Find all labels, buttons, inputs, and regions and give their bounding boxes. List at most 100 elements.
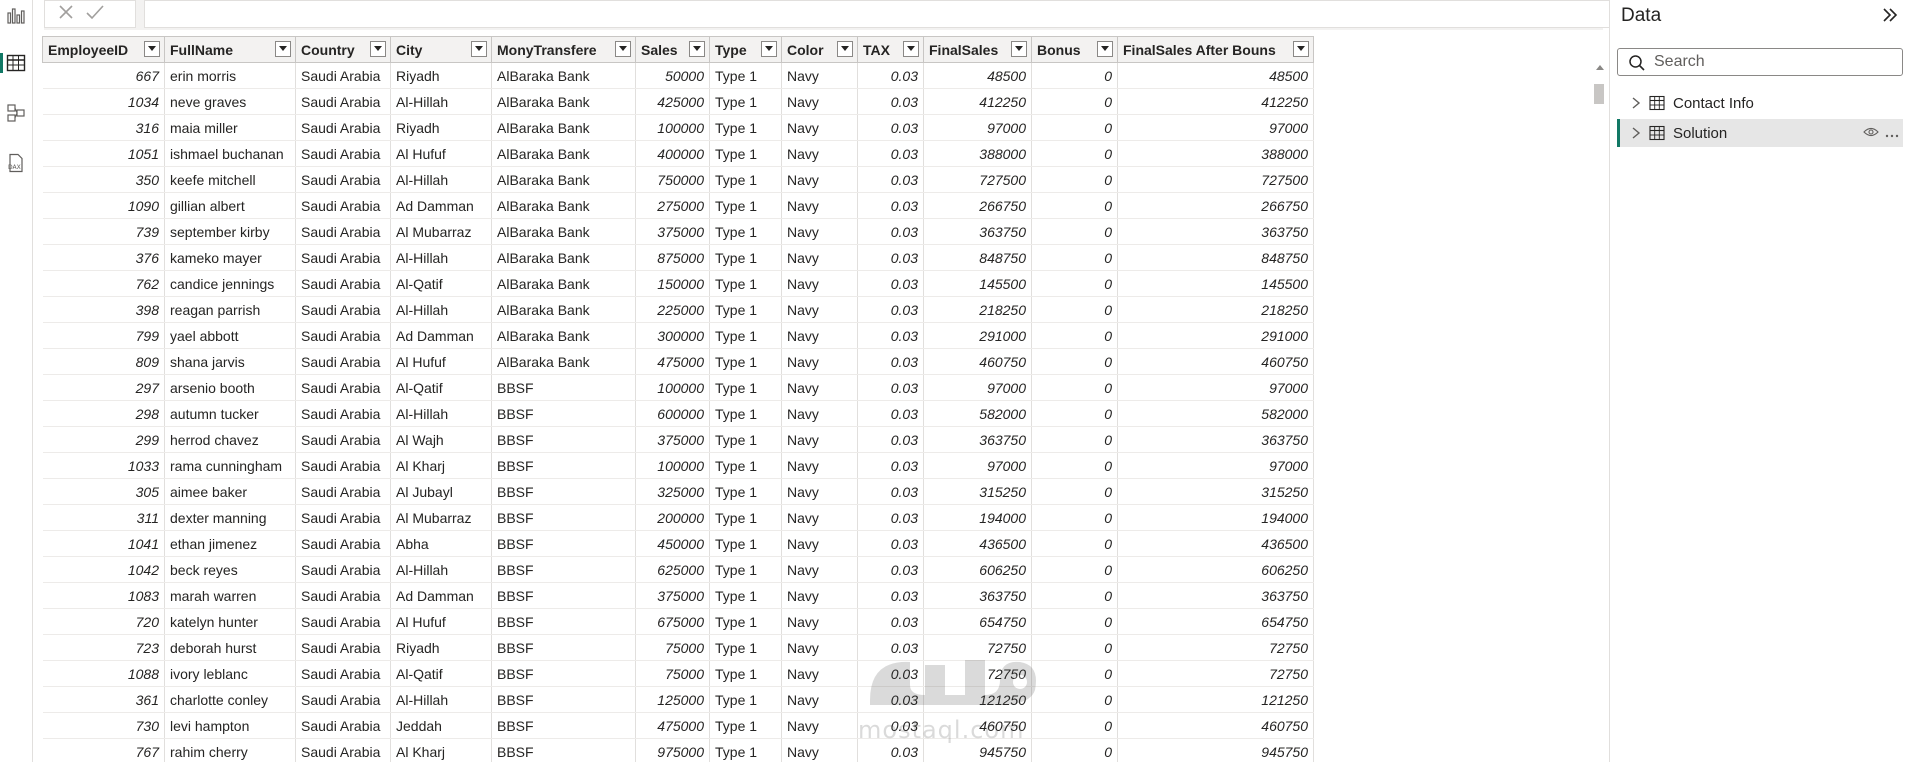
table-cell[interactable]: AlBaraka Bank bbox=[491, 62, 636, 89]
table-cell[interactable]: deborah hurst bbox=[164, 634, 296, 661]
table-cell[interactable]: Navy bbox=[781, 296, 858, 323]
table-cell[interactable]: Al Hufuf bbox=[390, 348, 492, 375]
table-cell[interactable]: 48500 bbox=[1117, 62, 1314, 89]
table-cell[interactable]: 0 bbox=[1031, 504, 1118, 531]
dax-query-icon[interactable]: DAX bbox=[5, 152, 27, 174]
table-cell[interactable]: Type 1 bbox=[709, 374, 782, 401]
table-cell[interactable]: Type 1 bbox=[709, 582, 782, 609]
table-cell[interactable]: Al-Hillah bbox=[390, 686, 492, 713]
table-cell[interactable]: Saudi Arabia bbox=[295, 660, 391, 687]
table-cell[interactable]: Riyadh bbox=[390, 114, 492, 141]
table-cell[interactable]: Navy bbox=[781, 530, 858, 557]
table-cell[interactable]: 450000 bbox=[635, 530, 710, 557]
column-header[interactable]: Bonus bbox=[1031, 36, 1118, 63]
column-header[interactable]: City bbox=[390, 36, 492, 63]
table-cell[interactable]: maia miller bbox=[164, 114, 296, 141]
table-cell[interactable]: Navy bbox=[781, 556, 858, 583]
collapse-pane-icon[interactable] bbox=[1880, 5, 1900, 25]
table-cell[interactable]: Navy bbox=[781, 504, 858, 531]
table-cell[interactable]: AlBaraka Bank bbox=[491, 244, 636, 271]
table-cell[interactable]: 100000 bbox=[635, 452, 710, 479]
table-cell[interactable]: BBSF bbox=[491, 608, 636, 635]
more-options-icon[interactable] bbox=[1885, 125, 1899, 142]
table-cell[interactable]: 0.03 bbox=[857, 738, 924, 762]
table-cell[interactable]: 460750 bbox=[1117, 348, 1314, 375]
table-cell[interactable]: 121250 bbox=[923, 686, 1032, 713]
table-cell[interactable]: 723 bbox=[42, 634, 165, 661]
table-cell[interactable]: 460750 bbox=[923, 348, 1032, 375]
table-cell[interactable]: 48500 bbox=[923, 62, 1032, 89]
eye-icon[interactable] bbox=[1863, 125, 1879, 142]
table-cell[interactable]: BBSF bbox=[491, 582, 636, 609]
table-cell[interactable]: 0 bbox=[1031, 530, 1118, 557]
filter-dropdown-icon[interactable] bbox=[471, 41, 487, 57]
table-cell[interactable]: 0 bbox=[1031, 426, 1118, 453]
table-cell[interactable]: 0 bbox=[1031, 712, 1118, 739]
table-cell[interactable]: BBSF bbox=[491, 738, 636, 762]
table-cell[interactable]: 291000 bbox=[1117, 322, 1314, 349]
table-cell[interactable]: 436500 bbox=[1117, 530, 1314, 557]
chevron-right-icon[interactable] bbox=[1631, 127, 1643, 139]
column-header[interactable]: MonyTransfere bbox=[491, 36, 636, 63]
filter-dropdown-icon[interactable] bbox=[689, 41, 705, 57]
table-cell[interactable]: Abha bbox=[390, 530, 492, 557]
table-cell[interactable]: Al-Hillah bbox=[390, 296, 492, 323]
table-cell[interactable]: 0.03 bbox=[857, 452, 924, 479]
table-cell[interactable]: Al-Hillah bbox=[390, 556, 492, 583]
table-cell[interactable]: 325000 bbox=[635, 478, 710, 505]
table-cell[interactable]: 848750 bbox=[923, 244, 1032, 271]
table-cell[interactable]: Saudi Arabia bbox=[295, 322, 391, 349]
table-cell[interactable]: 0.03 bbox=[857, 192, 924, 219]
table-item-contact-info[interactable]: Contact Info bbox=[1617, 89, 1903, 117]
table-cell[interactable]: 727500 bbox=[1117, 166, 1314, 193]
table-cell[interactable]: neve graves bbox=[164, 88, 296, 115]
table-cell[interactable]: 0.03 bbox=[857, 478, 924, 505]
table-cell[interactable]: Type 1 bbox=[709, 348, 782, 375]
column-header[interactable]: FullName bbox=[164, 36, 296, 63]
table-cell[interactable]: Saudi Arabia bbox=[295, 348, 391, 375]
table-cell[interactable]: 299 bbox=[42, 426, 165, 453]
table-cell[interactable]: 606250 bbox=[923, 556, 1032, 583]
table-cell[interactable]: rahim cherry bbox=[164, 738, 296, 762]
table-cell[interactable]: 266750 bbox=[923, 192, 1032, 219]
table-cell[interactable]: Saudi Arabia bbox=[295, 192, 391, 219]
table-cell[interactable]: 582000 bbox=[1117, 400, 1314, 427]
table-cell[interactable]: 100000 bbox=[635, 114, 710, 141]
table-cell[interactable]: 654750 bbox=[923, 608, 1032, 635]
table-cell[interactable]: Navy bbox=[781, 582, 858, 609]
table-cell[interactable]: Al Mubarraz bbox=[390, 218, 492, 245]
table-cell[interactable]: Al Mubarraz bbox=[390, 504, 492, 531]
column-header[interactable]: Color bbox=[781, 36, 858, 63]
table-cell[interactable]: 72750 bbox=[1117, 660, 1314, 687]
table-cell[interactable]: 121250 bbox=[1117, 686, 1314, 713]
table-cell[interactable]: reagan parrish bbox=[164, 296, 296, 323]
table-cell[interactable]: Type 1 bbox=[709, 166, 782, 193]
table-cell[interactable]: Type 1 bbox=[709, 244, 782, 271]
table-cell[interactable]: 0.03 bbox=[857, 504, 924, 531]
table-cell[interactable]: candice jennings bbox=[164, 270, 296, 297]
table-cell[interactable]: 0 bbox=[1031, 270, 1118, 297]
table-cell[interactable]: 300000 bbox=[635, 322, 710, 349]
filter-dropdown-icon[interactable] bbox=[275, 41, 291, 57]
table-cell[interactable]: 0 bbox=[1031, 244, 1118, 271]
table-cell[interactable]: Al Kharj bbox=[390, 452, 492, 479]
table-cell[interactable]: 1034 bbox=[42, 88, 165, 115]
table-cell[interactable]: 667 bbox=[42, 62, 165, 89]
table-cell[interactable]: Al-Hillah bbox=[390, 244, 492, 271]
table-cell[interactable]: 1090 bbox=[42, 192, 165, 219]
table-cell[interactable]: 0 bbox=[1031, 400, 1118, 427]
table-cell[interactable]: 218250 bbox=[1117, 296, 1314, 323]
table-view-icon[interactable] bbox=[0, 52, 27, 74]
table-cell[interactable]: Type 1 bbox=[709, 426, 782, 453]
table-cell[interactable]: Navy bbox=[781, 452, 858, 479]
table-item-solution[interactable]: Solution bbox=[1617, 119, 1903, 147]
table-cell[interactable]: AlBaraka Bank bbox=[491, 88, 636, 115]
table-cell[interactable]: Saudi Arabia bbox=[295, 686, 391, 713]
vertical-scrollbar[interactable] bbox=[1592, 62, 1608, 762]
table-cell[interactable]: 0.03 bbox=[857, 270, 924, 297]
table-cell[interactable]: BBSF bbox=[491, 426, 636, 453]
table-cell[interactable]: Navy bbox=[781, 608, 858, 635]
table-cell[interactable]: Saudi Arabia bbox=[295, 530, 391, 557]
table-cell[interactable]: 0.03 bbox=[857, 530, 924, 557]
table-cell[interactable]: 475000 bbox=[635, 348, 710, 375]
